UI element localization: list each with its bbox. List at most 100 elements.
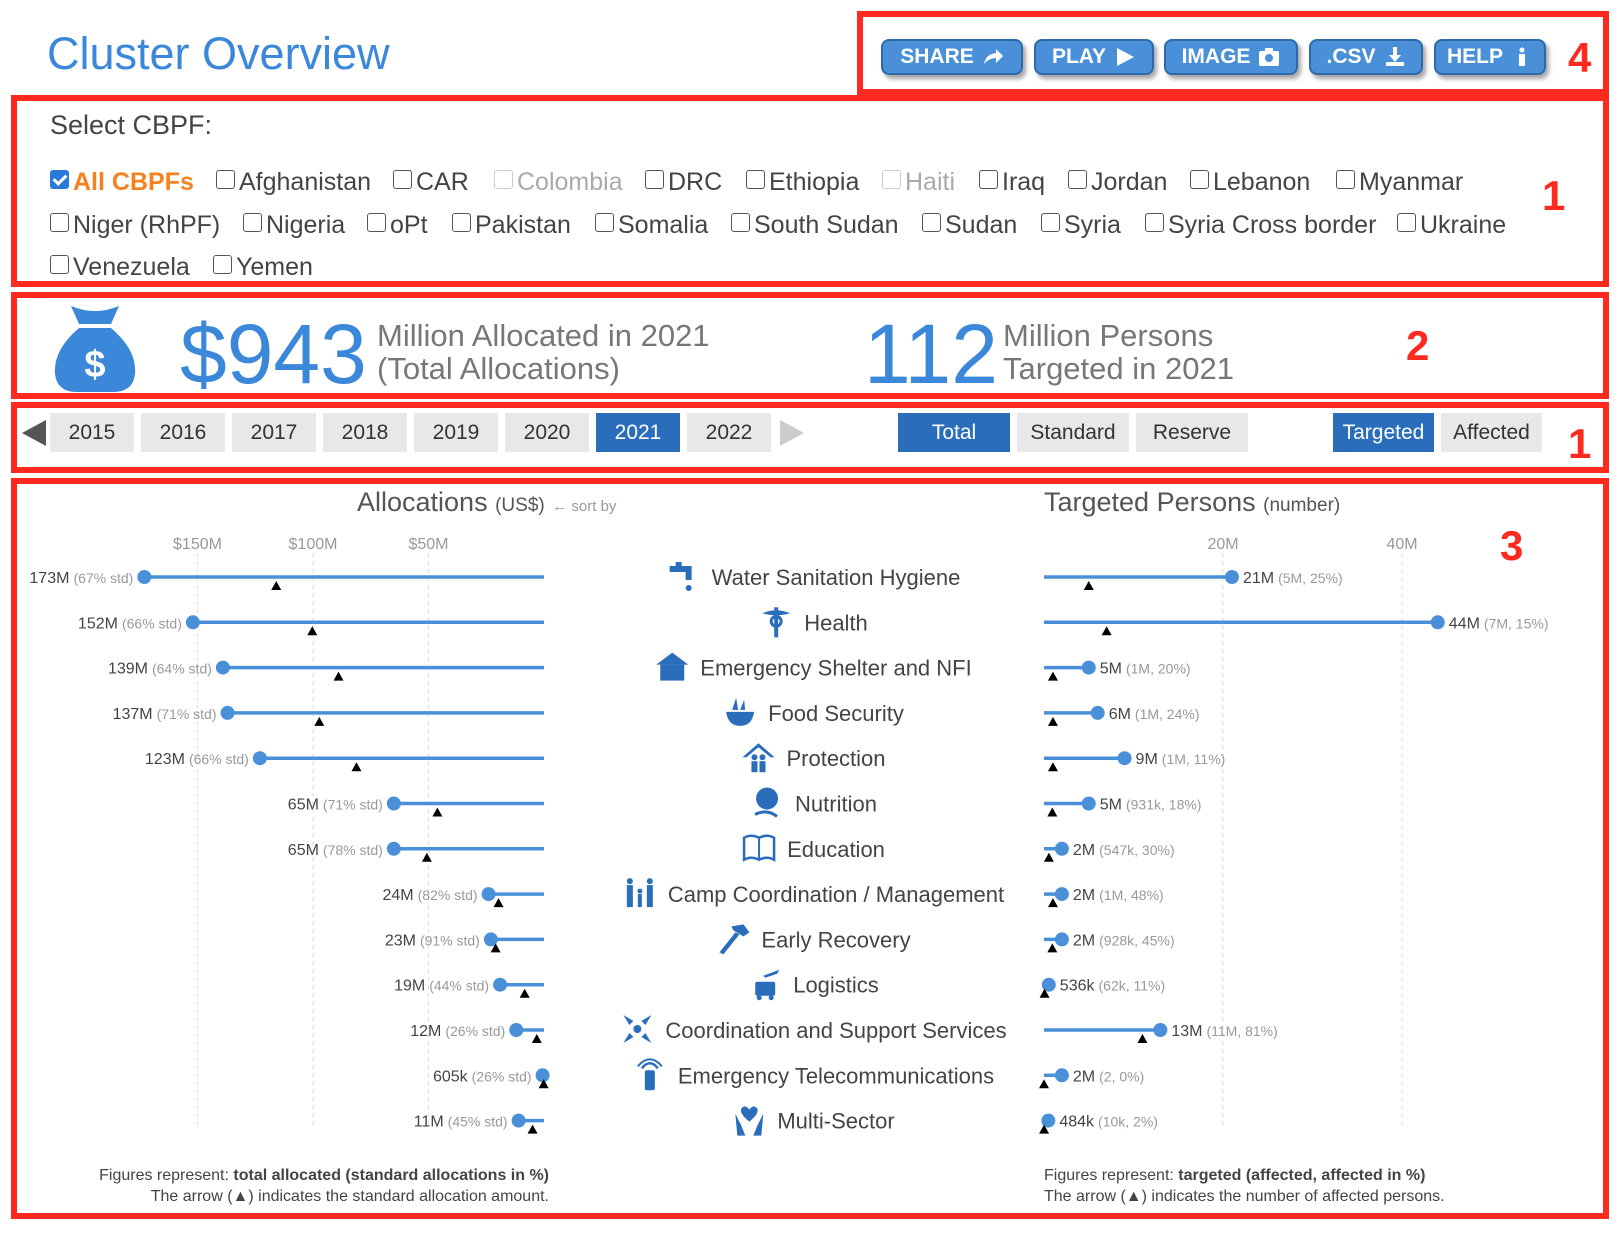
allocation-std-pct: (64% std) bbox=[152, 661, 212, 677]
truck-plane-icon bbox=[755, 969, 780, 1001]
affected-arrow bbox=[1047, 807, 1058, 817]
cluster-label-group[interactable]: Early Recovery bbox=[719, 924, 911, 955]
standard-allocation-arrow bbox=[527, 1124, 538, 1134]
allocation-label: 24M (82% std) bbox=[383, 887, 478, 904]
cluster-label-group[interactable]: Emergency Telecommunications bbox=[637, 1058, 994, 1091]
targeted-dot bbox=[1430, 615, 1445, 630]
cluster-label-group[interactable]: Logistics bbox=[755, 969, 879, 1001]
allocation-dot bbox=[185, 615, 200, 630]
cluster-label-group[interactable]: Food Security bbox=[726, 697, 904, 726]
allocation-dot bbox=[220, 705, 235, 720]
x-tick-label: $150M bbox=[173, 536, 222, 553]
targeted-dot bbox=[1090, 705, 1105, 720]
allocation-std-pct: (78% std) bbox=[323, 842, 383, 858]
standard-allocation-arrow bbox=[531, 1034, 542, 1043]
cluster-label-group[interactable]: Coordination and Support Services bbox=[623, 1015, 1007, 1043]
cluster-row[interactable]: 605k (26% std) Emergency Telecommunication… bbox=[433, 1058, 1144, 1091]
cluster-row[interactable]: 24M (82% std) Camp Coordination / Manageme… bbox=[383, 878, 1164, 908]
allocation-dot bbox=[509, 1023, 524, 1037]
cluster-name: Education bbox=[787, 837, 885, 862]
cluster-row[interactable]: 123M (66% std) Protection 9M (1M, 11%) bbox=[145, 743, 1226, 773]
affected-arrow bbox=[1047, 716, 1058, 726]
targeted-value: 2M bbox=[1073, 842, 1095, 859]
cluster-row[interactable]: 137M (71% std) Food Security 6M (1M, 24%) bbox=[113, 697, 1200, 726]
cluster-row[interactable]: 173M (67% std) Water Sanitation Hygiene 21M… bbox=[29, 562, 1343, 591]
allocation-std-pct: (82% std) bbox=[418, 887, 478, 903]
cluster-name: Food Security bbox=[768, 701, 904, 726]
allocation-value: 152M bbox=[78, 615, 118, 632]
affected-value: (1M, 24%) bbox=[1135, 706, 1200, 722]
cluster-label-group[interactable]: Water Sanitation Hygiene bbox=[669, 562, 961, 591]
cluster-row[interactable]: 65M (78% std) Education 2M (547k, 30%) bbox=[288, 834, 1175, 862]
affected-value: (2, 0%) bbox=[1099, 1068, 1144, 1084]
cluster-row[interactable]: 11M (45% std) Multi-Sector 484k (10k, 2%) bbox=[414, 1106, 1158, 1136]
allocation-dot bbox=[493, 977, 508, 992]
x-tick-label: $100M bbox=[289, 536, 338, 553]
radio-icon bbox=[637, 1058, 663, 1091]
coordination-arrows-icon bbox=[623, 1015, 652, 1043]
standard-allocation-arrow bbox=[432, 807, 443, 817]
allocation-label: 23M (91% std) bbox=[385, 932, 480, 949]
targeted-label: 21M (5M, 25%) bbox=[1243, 570, 1343, 587]
targeted-label: 5M (931k, 18%) bbox=[1100, 797, 1202, 814]
affected-value: (7M, 15%) bbox=[1484, 615, 1549, 631]
allocation-std-pct: (66% std) bbox=[122, 615, 182, 631]
allocation-value: 23M bbox=[385, 932, 416, 949]
affected-arrow bbox=[1047, 671, 1058, 681]
standard-allocation-arrow bbox=[307, 626, 318, 636]
footnote-bold: targeted (affected, affected in %) bbox=[1178, 1167, 1426, 1184]
cluster-label-group[interactable]: Emergency Shelter and NFI bbox=[656, 652, 972, 681]
x-tick-label: 40M bbox=[1386, 536, 1417, 553]
allocation-label: 152M (66% std) bbox=[78, 615, 182, 632]
cluster-row[interactable]: 139M (64% std) Emergency Shelter and NFI 5M… bbox=[108, 652, 1191, 681]
targeted-label: 9M (1M, 11%) bbox=[1136, 751, 1226, 768]
persons-footnote: Figures represent: targeted (affected, a… bbox=[1044, 1165, 1445, 1207]
allocation-std-pct: (26% std) bbox=[472, 1068, 532, 1084]
standard-allocation-arrow bbox=[314, 716, 325, 726]
targeted-label: 5M (1M, 20%) bbox=[1100, 661, 1191, 678]
cluster-name: Health bbox=[804, 610, 868, 635]
targeted-label: 2M (2, 0%) bbox=[1073, 1068, 1144, 1085]
targeted-label: 6M (1M, 24%) bbox=[1109, 706, 1200, 723]
targeted-label: 2M (1M, 48%) bbox=[1073, 887, 1164, 904]
cluster-label-group[interactable]: Nutrition bbox=[754, 787, 877, 818]
standard-allocation-arrow bbox=[493, 898, 504, 908]
food-bowl-icon bbox=[726, 697, 755, 726]
affected-arrow bbox=[1083, 581, 1094, 590]
cluster-row[interactable]: 65M (71% std) Nutrition 5M (931k, 18%) bbox=[288, 787, 1202, 818]
affected-value: (547k, 30%) bbox=[1099, 842, 1174, 858]
targeted-value: 6M bbox=[1109, 706, 1131, 723]
affected-arrow bbox=[1047, 898, 1058, 908]
allocation-label: 65M (71% std) bbox=[288, 797, 383, 814]
allocation-value: 65M bbox=[288, 842, 319, 859]
allocation-label: 123M (66% std) bbox=[145, 751, 249, 768]
cluster-row[interactable]: 19M (44% std) Logistics 536k (62k, 11%) bbox=[394, 969, 1165, 1001]
cluster-label-group[interactable]: Education bbox=[742, 834, 885, 862]
cluster-row[interactable]: 12M (26% std) Coordination and Support Ser… bbox=[410, 1015, 1278, 1043]
footnote-prefix: Figures represent: bbox=[99, 1167, 234, 1184]
allocation-label: 12M (26% std) bbox=[410, 1023, 505, 1040]
family-icon bbox=[626, 878, 653, 908]
allocations-footnote: Figures represent: total allocated (stan… bbox=[99, 1165, 549, 1207]
allocation-std-pct: (67% std) bbox=[73, 570, 133, 586]
allocation-label: 139M (64% std) bbox=[108, 661, 212, 678]
allocation-dot bbox=[535, 1068, 550, 1083]
targeted-dot bbox=[1041, 1113, 1056, 1128]
footnote-arrow: The arrow (▲) indicates the standard all… bbox=[150, 1188, 549, 1205]
targeted-value: 484k bbox=[1059, 1114, 1095, 1131]
cluster-label-group[interactable]: Health bbox=[762, 607, 868, 638]
affected-value: (1M, 11%) bbox=[1162, 751, 1226, 767]
cluster-row[interactable]: 152M (66% std) Health 44M (7M, 15%) bbox=[78, 607, 1549, 638]
allocation-dot bbox=[215, 660, 230, 675]
targeted-value: 44M bbox=[1449, 615, 1480, 632]
nutrition-icon bbox=[754, 787, 779, 818]
cluster-row[interactable]: 23M (91% std) Early Recovery 2M (928k, 45%) bbox=[385, 924, 1175, 955]
allocation-value: 65M bbox=[288, 797, 319, 814]
allocation-std-pct: (66% std) bbox=[189, 751, 249, 767]
hammer-icon bbox=[719, 924, 750, 955]
allocation-dot bbox=[511, 1113, 526, 1128]
allocation-std-pct: (26% std) bbox=[445, 1023, 505, 1039]
cluster-label-group[interactable]: Camp Coordination / Management bbox=[626, 878, 1004, 908]
cluster-label-group[interactable]: Multi-Sector bbox=[735, 1106, 895, 1136]
cluster-label-group[interactable]: Protection bbox=[742, 743, 886, 773]
